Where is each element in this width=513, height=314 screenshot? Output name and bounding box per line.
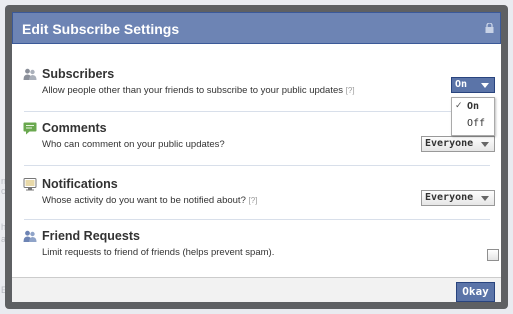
friends-icon (23, 230, 37, 242)
subscribers-dropdown[interactable]: On (451, 77, 495, 93)
chevron-down-icon (481, 83, 489, 88)
speech-bubble-icon (23, 122, 37, 135)
help-link[interactable]: [?] (346, 86, 355, 95)
menu-item-on[interactable]: ✓ On (452, 100, 494, 116)
setting-description: Whose activity do you want to be notifie… (42, 195, 258, 206)
dialog-body: Edit Subscribe Settings Subscribers Allo… (12, 12, 501, 302)
okay-button[interactable]: Okay (456, 282, 495, 302)
dropdown-value: Everyone (425, 138, 474, 149)
dialog-title: Edit Subscribe Settings (22, 21, 180, 37)
menu-item-label: On (467, 101, 480, 112)
chevron-down-icon (481, 196, 489, 201)
checkmark-icon: ✓ (455, 101, 463, 111)
setting-description: Limit requests to friend of friends (hel… (42, 247, 275, 258)
setting-description: Allow people other than your friends to … (42, 85, 355, 96)
divider (24, 111, 490, 112)
lock-icon (485, 23, 494, 33)
dialog-footer: Okay (12, 277, 501, 302)
comments-dropdown[interactable]: Everyone (421, 136, 495, 152)
setting-friend-requests: Friend Requests Limit requests to friend… (12, 228, 501, 264)
subscribers-dropdown-menu: ✓ On Off (451, 97, 495, 136)
notifications-dropdown[interactable]: Everyone (421, 190, 495, 206)
chevron-down-icon (481, 142, 489, 147)
setting-subscribers: Subscribers Allow people other than your… (12, 66, 501, 102)
help-link[interactable]: [?] (249, 196, 258, 205)
dropdown-value: Everyone (425, 192, 474, 203)
setting-title: Notifications (42, 177, 118, 191)
setting-title: Comments (42, 121, 107, 135)
divider (24, 219, 490, 220)
monitor-icon (23, 178, 37, 191)
people-icon (23, 68, 37, 80)
divider (24, 165, 490, 166)
menu-item-off[interactable]: Off (452, 117, 494, 133)
subscribe-settings-dialog: Edit Subscribe Settings Subscribers Allo… (5, 5, 508, 309)
setting-description: Who can comment on your public updates? (42, 139, 225, 150)
friend-requests-checkbox[interactable] (487, 249, 499, 261)
dialog-titlebar: Edit Subscribe Settings (12, 12, 501, 44)
dropdown-value: On (455, 79, 468, 90)
setting-title: Friend Requests (42, 229, 140, 243)
menu-item-label: Off (467, 118, 486, 129)
setting-title: Subscribers (42, 67, 115, 81)
